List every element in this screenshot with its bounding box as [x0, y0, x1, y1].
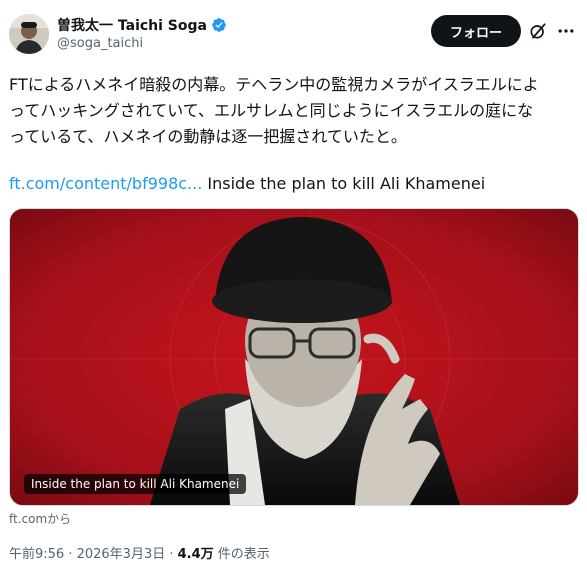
tweet-timestamp[interactable]: 午前9:56 · 2026年3月3日 · [9, 547, 178, 562]
tweet-link-row: ft.com/content/bf998c... Inside the plan… [9, 172, 485, 196]
author-display-name[interactable]: 曽我太一 Taichi Soga [57, 15, 207, 35]
author-name-row: 曽我太一 Taichi Soga [57, 15, 227, 35]
tweet-text: FTによるハメネイ暗殺の内幕。テヘラン中の監視カメラがイスラエルによ ってハッキ… [9, 72, 577, 150]
views-label: 件の表示 [213, 547, 270, 562]
tweet-text-line: ってハッキングされていて、エルサレムと同じようにイスラエルの庭にな [9, 101, 534, 120]
link-card-image[interactable]: Inside the plan to kill Ali Khamenei [9, 208, 579, 506]
media-caption: Inside the plan to kill Ali Khamenei [24, 474, 247, 494]
tweet-header: 曽我太一 Taichi Soga @soga_taichi フォロー [0, 0, 587, 70]
tweet-text-line: っているて、ハメネイの動静は逐一把握されていたと。 [9, 127, 407, 146]
avatar-photo [9, 14, 49, 54]
article-image [10, 209, 578, 505]
article-link-title: Inside the plan to kill Ali Khamenei [207, 174, 486, 193]
grok-icon[interactable] [528, 21, 548, 41]
more-options-icon[interactable] [556, 23, 576, 39]
card-source[interactable]: ft.comから [9, 510, 71, 527]
author-handle[interactable]: @soga_taichi [57, 36, 143, 51]
tweet-meta: 午前9:56 · 2026年3月3日 · 4.4万 件の表示 [9, 543, 270, 562]
avatar[interactable] [9, 14, 49, 54]
tweet-text-line: FTによるハメネイ暗殺の内幕。テヘラン中の監視カメラがイスラエルによ [9, 75, 539, 94]
article-link[interactable]: ft.com/content/bf998c... [9, 174, 202, 193]
follow-button[interactable]: フォロー [431, 15, 521, 47]
views-count: 4.4万 [177, 547, 214, 562]
verified-badge-icon [212, 18, 226, 32]
